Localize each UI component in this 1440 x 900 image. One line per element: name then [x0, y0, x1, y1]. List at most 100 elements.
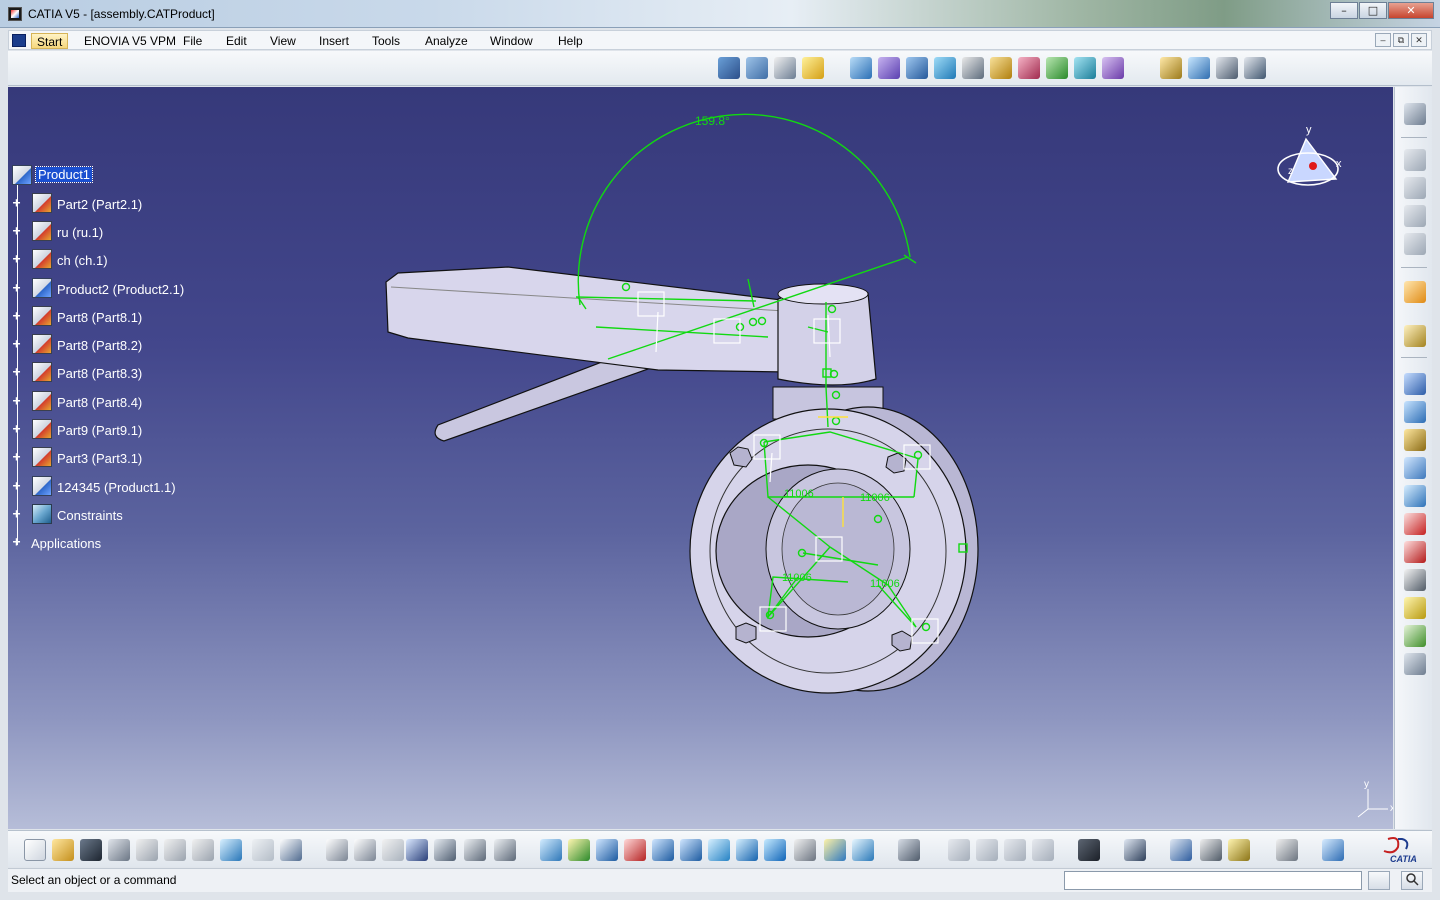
catalog-icon[interactable]	[434, 839, 456, 861]
swap-icon[interactable]	[1276, 839, 1298, 861]
expand-plus-icon[interactable]: +	[11, 366, 22, 379]
new-file-icon[interactable]	[24, 839, 46, 861]
clash-icon[interactable]	[1404, 177, 1426, 199]
selective-load-icon[interactable]	[1404, 485, 1426, 507]
menu-analyze[interactable]: Analyze	[420, 33, 473, 49]
minimize-button[interactable]: –	[1330, 2, 1358, 19]
tree-root-label[interactable]: Product1	[34, 166, 94, 183]
generate-numbering-icon[interactable]	[1404, 457, 1426, 479]
menu-edit[interactable]: Edit	[221, 33, 252, 49]
redo-icon[interactable]	[252, 839, 274, 861]
smart-move-icon[interactable]	[802, 57, 824, 79]
snap-icon[interactable]	[774, 57, 796, 79]
whats-this-icon[interactable]	[280, 839, 302, 861]
tree-item-label[interactable]: Part3 (Part3.1)	[57, 451, 142, 466]
multi-view-icon[interactable]	[736, 839, 758, 861]
manage-representations-icon[interactable]	[1404, 513, 1426, 535]
menu-help[interactable]: Help	[553, 33, 588, 49]
fly-mode-icon[interactable]	[540, 839, 562, 861]
dimension-icon[interactable]	[1170, 839, 1192, 861]
doc-restore-button[interactable]: ⧉	[1393, 33, 1409, 47]
design-table-icon[interactable]	[406, 839, 428, 861]
sectioning-icon[interactable]	[1404, 205, 1426, 227]
command-input[interactable]	[1064, 871, 1362, 890]
expand-plus-icon[interactable]: +	[11, 282, 22, 295]
3d-viewport[interactable]: 159.8° 11006 11006 11006 11006 y x z y x…	[8, 87, 1393, 829]
doc-close-button[interactable]: ✕	[1411, 33, 1427, 47]
hide-show-icon[interactable]	[824, 839, 846, 861]
menu-tools[interactable]: Tools	[367, 33, 405, 49]
maximize-button[interactable]: □	[1359, 2, 1387, 19]
container-icon[interactable]	[1228, 839, 1250, 861]
comment-icon[interactable]	[354, 839, 376, 861]
tree-item-label[interactable]: Product2 (Product2.1)	[57, 282, 184, 297]
lock-icon[interactable]	[464, 839, 486, 861]
tree-item-label[interactable]: Part8 (Part8.2)	[57, 338, 142, 353]
close-button[interactable]: ✕	[1388, 2, 1434, 19]
tree-item-label[interactable]: Applications	[31, 536, 101, 551]
tree-item-label[interactable]: Part8 (Part8.1)	[57, 310, 142, 325]
save-icon[interactable]	[80, 839, 102, 861]
menu-window[interactable]: Window	[485, 33, 538, 49]
expand-plus-icon[interactable]: +	[11, 423, 22, 436]
catalog-browser-icon[interactable]	[718, 57, 740, 79]
measure-item-icon[interactable]	[976, 839, 998, 861]
fix-component-icon[interactable]	[962, 57, 984, 79]
distance-analysis-icon[interactable]	[1404, 233, 1426, 255]
catia-menu-logo-icon[interactable]	[12, 34, 26, 47]
reaction-icon[interactable]	[494, 839, 516, 861]
doc-minimize-button[interactable]: –	[1375, 33, 1391, 47]
analysis-icon[interactable]	[898, 839, 920, 861]
paste-icon[interactable]	[192, 839, 214, 861]
swap-visible-space-icon[interactable]	[852, 839, 874, 861]
quick-constraint-icon[interactable]	[1018, 57, 1040, 79]
menu-insert[interactable]: Insert	[314, 33, 354, 49]
rotate-icon[interactable]	[624, 839, 646, 861]
zoom-in-icon[interactable]	[652, 839, 674, 861]
open-folder-icon[interactable]	[52, 839, 74, 861]
contact-constraint-icon[interactable]	[878, 57, 900, 79]
tree-item-label[interactable]: ch (ch.1)	[57, 253, 108, 268]
select-arrow-icon[interactable]	[1404, 281, 1426, 303]
undo-icon[interactable]	[220, 839, 242, 861]
measure-between-icon[interactable]	[948, 839, 970, 861]
flexible-subassembly-icon[interactable]	[1046, 57, 1068, 79]
fix-together-icon[interactable]	[990, 57, 1012, 79]
tree-item-label[interactable]: ru (ru.1)	[57, 225, 103, 240]
gear-icon[interactable]	[1404, 103, 1426, 125]
search-button[interactable]	[1401, 871, 1423, 890]
move-icon[interactable]	[1404, 325, 1426, 347]
menu-start[interactable]: Start	[31, 33, 69, 49]
reuse-pattern-icon[interactable]	[1102, 57, 1124, 79]
tree-item-label[interactable]: Part8 (Part8.4)	[57, 395, 142, 410]
tree-item-label[interactable]: 124345 (Product1.1)	[57, 480, 176, 495]
copy-icon[interactable]	[164, 839, 186, 861]
manipulation-icon[interactable]	[746, 57, 768, 79]
fit-all-icon[interactable]	[568, 839, 590, 861]
model-drawing[interactable]: 159.8° 11006 11006 11006 11006 y x z y x	[8, 87, 1393, 829]
product-structure-icon[interactable]	[1404, 373, 1426, 395]
bill-of-material-icon[interactable]	[1404, 149, 1426, 171]
capture-camera-icon[interactable]	[1078, 839, 1100, 861]
tree-item-label[interactable]: Part8 (Part8.3)	[57, 366, 142, 381]
expand-plus-icon[interactable]: +	[11, 338, 22, 351]
expand-plus-icon[interactable]: +	[11, 508, 22, 521]
apply-material-icon[interactable]	[1032, 839, 1054, 861]
eraser-icon[interactable]	[1322, 839, 1344, 861]
tree-item-label[interactable]: Constraints	[57, 508, 123, 523]
zoom-out-icon[interactable]	[680, 839, 702, 861]
menu-file[interactable]: File	[178, 33, 207, 49]
new-product-icon[interactable]	[1188, 57, 1210, 79]
expand-plus-icon[interactable]: +	[11, 536, 22, 549]
existing-component-icon[interactable]	[1244, 57, 1266, 79]
expand-plus-icon[interactable]: +	[11, 197, 22, 210]
formula-icon[interactable]	[326, 839, 348, 861]
compass-icon[interactable]: y x z	[1277, 124, 1342, 186]
update-icon[interactable]	[1074, 57, 1096, 79]
offset-constraint-icon[interactable]	[906, 57, 928, 79]
replace-component-icon[interactable]	[1404, 401, 1426, 423]
tree-item-label[interactable]: Part9 (Part9.1)	[57, 423, 142, 438]
expand-plus-icon[interactable]: +	[11, 225, 22, 238]
shading-icon[interactable]	[794, 839, 816, 861]
flag-note-icon[interactable]	[1404, 597, 1426, 619]
